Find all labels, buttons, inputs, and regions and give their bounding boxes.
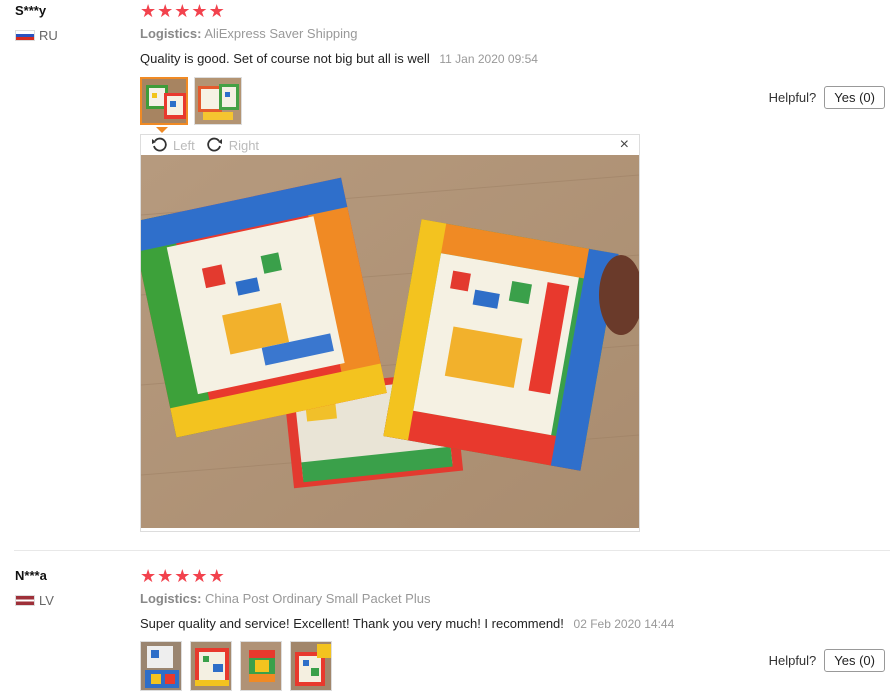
logistics-label: Logistics: — [140, 591, 202, 606]
reviewer-name: N***a — [15, 568, 47, 583]
review-date: 02 Feb 2020 14:44 — [573, 617, 675, 631]
photo-thumb-image — [241, 642, 281, 690]
review-text: Super quality and service! Excellent! Th… — [140, 616, 674, 631]
helpful-section: Helpful? Yes (0) — [769, 649, 885, 672]
reviewer-country: RU — [15, 28, 58, 43]
review-photos — [140, 641, 340, 691]
reviewer-country: LV — [15, 593, 54, 608]
review-photo-thumb[interactable] — [190, 641, 232, 691]
photo-thumb-image — [191, 642, 231, 690]
photo-thumb-image — [142, 79, 186, 123]
review-photo-thumb[interactable] — [240, 641, 282, 691]
helpful-yes-button[interactable]: Yes (0) — [824, 86, 885, 109]
photo-thumb-image — [141, 642, 181, 690]
logistics-info: Logistics: AliExpress Saver Shipping — [140, 26, 358, 41]
review-photo-thumb[interactable] — [290, 641, 332, 691]
logistics-label: Logistics: — [140, 26, 202, 41]
close-icon[interactable]: × — [620, 136, 629, 154]
rotate-left-icon[interactable] — [151, 136, 167, 155]
star-icon: ★ — [157, 566, 174, 586]
rotate-right-icon[interactable] — [207, 136, 223, 155]
rotate-right-label[interactable]: Right — [229, 138, 259, 153]
star-rating: ★ ★ ★ ★ ★ — [140, 2, 225, 20]
review-body: Super quality and service! Excellent! Th… — [140, 616, 564, 631]
photo-thumb-image — [195, 78, 241, 124]
helpful-yes-button[interactable]: Yes (0) — [824, 649, 885, 672]
star-icon: ★ — [157, 1, 174, 21]
star-rating: ★ ★ ★ ★ ★ — [140, 567, 225, 585]
star-icon: ★ — [140, 1, 157, 21]
review-photo-thumb[interactable] — [140, 641, 182, 691]
star-icon: ★ — [208, 1, 225, 21]
review-photo-thumb[interactable] — [140, 77, 188, 125]
star-icon: ★ — [208, 566, 225, 586]
review-date: 11 Jan 2020 09:54 — [439, 52, 538, 66]
photo-viewer: Left Right × — [140, 134, 640, 532]
flag-ru-icon — [15, 30, 35, 41]
rotate-left-label[interactable]: Left — [173, 138, 195, 153]
review-photos — [140, 77, 242, 125]
helpful-label: Helpful? — [768, 90, 817, 105]
star-icon: ★ — [191, 566, 208, 586]
country-code: RU — [39, 28, 58, 43]
photo-large-image — [141, 155, 639, 528]
reviewer-name: S***y — [15, 3, 47, 18]
flag-lv-icon — [15, 595, 35, 606]
review-photo-large — [141, 155, 639, 528]
review-photo-thumb[interactable] — [194, 77, 242, 125]
helpful-section: Helpful? Yes (0) — [769, 86, 885, 109]
star-icon: ★ — [140, 566, 157, 586]
star-icon: ★ — [191, 1, 208, 21]
logistics-value: AliExpress Saver Shipping — [204, 26, 358, 41]
review-body: Quality is good. Set of course not big b… — [140, 51, 430, 66]
country-code: LV — [39, 593, 54, 608]
logistics-value: China Post Ordinary Small Packet Plus — [205, 591, 431, 606]
star-icon: ★ — [174, 1, 191, 21]
active-thumb-pointer — [156, 127, 168, 133]
photo-thumb-image — [291, 642, 331, 690]
viewer-toolbar: Left Right × — [141, 135, 639, 155]
review-divider — [14, 550, 890, 551]
star-icon: ★ — [174, 566, 191, 586]
helpful-label: Helpful? — [768, 653, 817, 668]
review-text: Quality is good. Set of course not big b… — [140, 51, 538, 66]
logistics-info: Logistics: China Post Ordinary Small Pac… — [140, 591, 430, 606]
